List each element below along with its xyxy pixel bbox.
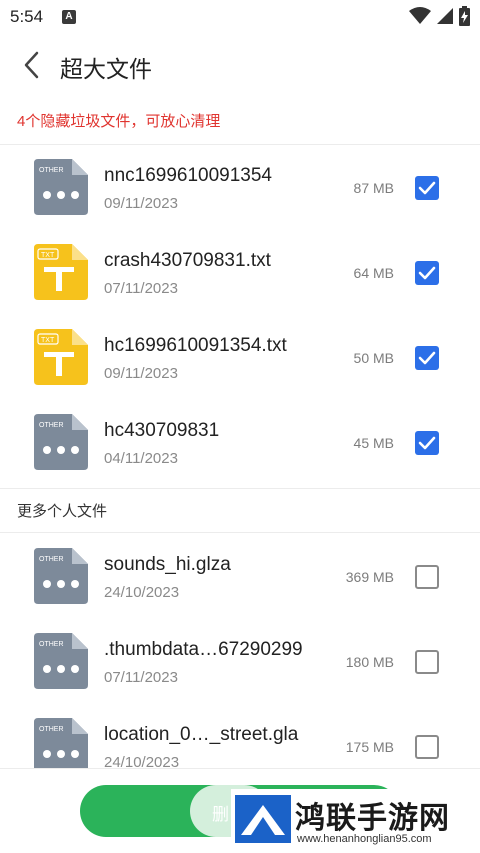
file-size: 87 MB [353, 180, 394, 196]
select-checkbox[interactable] [415, 735, 439, 759]
status-bar: 5:54 A [0, 0, 480, 34]
file-row[interactable]: TXT hc1699610091354.txt 09/11/2023 50 MB [0, 315, 480, 401]
checkmark-icon [418, 181, 436, 195]
other-file-icon: OTHER [32, 159, 88, 215]
more-personal-files-label: 更多个人文件 [17, 503, 108, 520]
other-file-icon: OTHER [32, 414, 88, 470]
file-size: 175 MB [345, 739, 394, 755]
select-checkbox[interactable] [415, 565, 439, 589]
file-size: 180 MB [345, 654, 394, 670]
status-time: 5:54 [10, 7, 44, 26]
file-row[interactable]: OTHER sounds_hi.glza 24/10/2023 369 MB [0, 534, 480, 620]
checkmark-icon [418, 351, 436, 365]
file-date: 24/10/2023 [104, 584, 180, 601]
svg-text:TXT: TXT [41, 337, 55, 344]
file-date: 09/11/2023 [104, 365, 178, 382]
select-checkbox[interactable] [415, 431, 439, 455]
watermark-logo-icon [235, 795, 291, 843]
hidden-junk-notice: 4个隐藏垃圾文件，可放心清理 [17, 113, 221, 130]
svg-text:OTHER: OTHER [39, 726, 64, 733]
file-size: 50 MB [353, 350, 394, 366]
cellular-signal-icon [437, 8, 453, 24]
file-row[interactable]: OTHER nnc1699610091354 09/11/2023 87 MB [0, 145, 480, 231]
svg-text:OTHER: OTHER [39, 641, 64, 648]
file-date: 07/11/2023 [104, 669, 178, 686]
file-date: 04/11/2023 [104, 450, 178, 467]
file-size: 369 MB [345, 569, 394, 585]
divider [0, 532, 480, 533]
file-name: nnc1699610091354 [104, 165, 273, 186]
svg-text:OTHER: OTHER [39, 422, 64, 429]
other-file-icon: OTHER [32, 548, 88, 604]
checkmark-icon [418, 266, 436, 280]
svg-text:TXT: TXT [41, 252, 55, 259]
file-name: .thumbdata…67290299 [104, 639, 303, 660]
file-name: sounds_hi.glza [104, 554, 231, 575]
delete-button-label: 删 [212, 805, 229, 824]
back-button[interactable] [14, 48, 48, 82]
other-file-icon: OTHER [32, 718, 88, 774]
divider [0, 488, 480, 489]
select-checkbox[interactable] [415, 346, 439, 370]
watermark-url: www.henanhonglian95.com [297, 833, 432, 845]
file-size: 45 MB [353, 435, 394, 451]
file-row[interactable]: TXT crash430709831.txt 07/11/2023 64 MB [0, 230, 480, 316]
select-checkbox[interactable] [415, 176, 439, 200]
status-icons [409, 6, 470, 26]
file-date: 09/11/2023 [104, 195, 178, 212]
watermark-title: 鸿联手游网 [295, 801, 450, 836]
file-name: crash430709831.txt [104, 250, 271, 271]
file-row[interactable]: OTHER .thumbdata…67290299 07/11/2023 180 MB [0, 619, 480, 705]
txt-file-icon: TXT [32, 329, 88, 385]
chevron-left-icon [24, 51, 39, 79]
checkmark-icon [418, 436, 436, 450]
select-checkbox[interactable] [415, 261, 439, 285]
file-row[interactable]: OTHER hc430709831 04/11/2023 45 MB [0, 400, 480, 486]
txt-file-icon: TXT [32, 244, 88, 300]
file-name: hc430709831 [104, 420, 220, 441]
file-size: 64 MB [353, 265, 394, 281]
battery-charging-icon [459, 6, 470, 26]
page-title: 超大文件 [60, 56, 152, 82]
app-header: 超大文件 [0, 36, 480, 96]
svg-text:OTHER: OTHER [39, 556, 64, 563]
other-file-icon: OTHER [32, 633, 88, 689]
file-name: location_0…_street.gla [104, 724, 299, 745]
select-checkbox[interactable] [415, 650, 439, 674]
notification-icon: A [62, 10, 76, 24]
file-date: 07/11/2023 [104, 280, 178, 297]
watermark: 鸿联手游网 www.henanhonglian95.com [231, 789, 480, 853]
svg-text:OTHER: OTHER [39, 167, 64, 174]
wifi-icon [409, 7, 431, 24]
file-name: hc1699610091354.txt [104, 335, 287, 356]
